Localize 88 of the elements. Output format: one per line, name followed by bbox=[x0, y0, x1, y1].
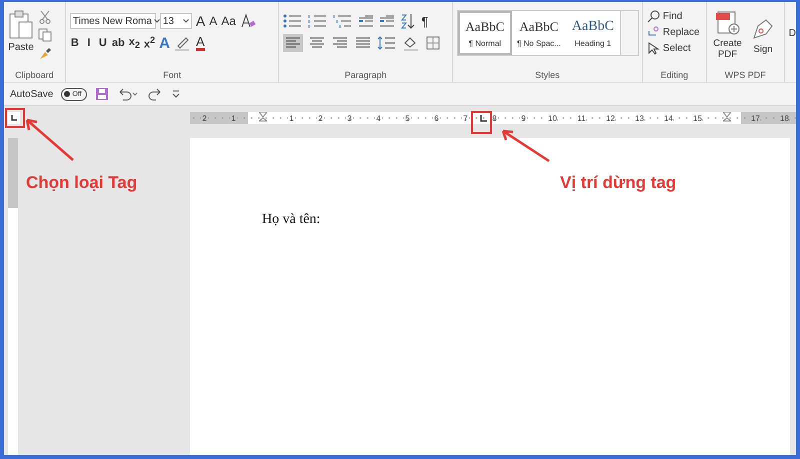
ruler-number: 3 bbox=[346, 114, 353, 122]
indent-marker-icon[interactable] bbox=[258, 112, 266, 124]
grow-font-button[interactable]: A bbox=[196, 13, 206, 29]
group-label: Paragraph bbox=[344, 70, 388, 80]
paint-bucket-icon[interactable] bbox=[402, 35, 420, 51]
ribbon-button-label[interactable]: D bbox=[784, 2, 796, 82]
pdf-button[interactable]: Sign bbox=[746, 16, 780, 54]
format-button[interactable]: I bbox=[84, 37, 94, 49]
arrow bbox=[23, 116, 75, 162]
paste-button[interactable]: Paste bbox=[8, 10, 34, 60]
format-button[interactable]: x$_{2}$ bbox=[128, 36, 140, 50]
format-button[interactable]: ab bbox=[112, 37, 125, 49]
ruler-number: 7 bbox=[462, 114, 469, 122]
align-center-icon[interactable] bbox=[308, 36, 326, 50]
indent-marker-icon[interactable] bbox=[722, 112, 730, 124]
ruler-number: 18 bbox=[779, 114, 790, 122]
ruler-number: 2 bbox=[317, 114, 324, 122]
increase-indent-icon[interactable] bbox=[379, 14, 396, 28]
line-spacing-icon[interactable] bbox=[377, 36, 398, 50]
undo-icon[interactable] bbox=[116, 87, 139, 101]
clipboard-icon bbox=[8, 10, 34, 40]
ruler-number: 5 bbox=[404, 114, 411, 122]
ruler-number: 12 bbox=[605, 114, 616, 122]
ruler-number: 1 bbox=[288, 114, 295, 122]
text-effects-button[interactable]: A bbox=[159, 34, 170, 52]
highlighter-icon[interactable] bbox=[174, 35, 192, 51]
left-tab-icon bbox=[11, 115, 17, 121]
font-size-field[interactable]: 13 bbox=[160, 13, 192, 29]
decrease-indent-icon[interactable] bbox=[358, 14, 374, 28]
show-marks-button[interactable]: ¶ bbox=[421, 14, 428, 28]
ruler-number: 1 bbox=[230, 114, 237, 122]
format-button[interactable]: x$^{2}$ bbox=[144, 35, 156, 51]
scissors-icon[interactable] bbox=[38, 10, 52, 24]
paintbrush-icon[interactable] bbox=[38, 46, 52, 60]
group-label: Clipboard bbox=[14, 70, 55, 80]
style-item[interactable]: AaBbC ¶ Normal bbox=[458, 11, 512, 55]
borders-icon[interactable] bbox=[425, 35, 442, 51]
ruler-number: 6 bbox=[433, 114, 440, 122]
ruler-number: 15 bbox=[692, 114, 703, 122]
annotation-label: Vị trí dừng tag bbox=[560, 173, 676, 193]
search-icon bbox=[646, 10, 660, 23]
editing-button[interactable]: Find bbox=[646, 10, 702, 23]
format-button[interactable]: B bbox=[70, 37, 80, 49]
highlight-box bbox=[471, 111, 492, 134]
editing-button[interactable]: Select bbox=[646, 42, 702, 55]
bullet-list-icon[interactable] bbox=[283, 14, 304, 28]
numbered-list-icon[interactable] bbox=[308, 14, 328, 28]
format-button[interactable]: U bbox=[98, 37, 108, 49]
multilevel-list-icon[interactable] bbox=[333, 14, 354, 28]
save-icon[interactable] bbox=[94, 87, 109, 101]
ruler-number: 2 bbox=[201, 114, 208, 122]
dropdown-caret-icon bbox=[154, 19, 160, 23]
pdf-file-icon bbox=[714, 10, 741, 36]
annotation-label: Chọn loại Tag bbox=[26, 173, 138, 193]
group-label: WPS PDF bbox=[724, 70, 767, 80]
clear-format-icon[interactable] bbox=[240, 13, 256, 29]
ruler-number: 4 bbox=[375, 114, 382, 122]
ruler-number: 17 bbox=[750, 114, 761, 122]
tab-selector[interactable] bbox=[8, 112, 20, 124]
justify-icon[interactable] bbox=[354, 36, 372, 50]
copy-icon[interactable] bbox=[38, 28, 52, 42]
arrow bbox=[499, 127, 551, 163]
customize-icon[interactable] bbox=[170, 89, 181, 99]
change-case-button[interactable]: Aa bbox=[221, 14, 236, 28]
style-item[interactable]: AaBbC Heading 1 bbox=[566, 11, 620, 55]
tab-stop-icon[interactable] bbox=[480, 115, 487, 122]
align-right-icon[interactable] bbox=[331, 36, 350, 50]
dropdown-caret-icon bbox=[182, 19, 189, 23]
pdf-button[interactable]: Create PDF bbox=[710, 10, 744, 60]
ruler-number: 10 bbox=[547, 114, 558, 122]
font-color-button[interactable]: A bbox=[196, 36, 205, 50]
document-text: Họ và tên: bbox=[262, 212, 320, 228]
shrink-font-button[interactable]: A bbox=[209, 14, 218, 28]
group-label: Font bbox=[162, 70, 182, 80]
sort-icon[interactable] bbox=[400, 13, 416, 29]
group-label: Styles bbox=[534, 70, 561, 80]
ruler-number: 14 bbox=[663, 114, 674, 122]
autosave-label: AutoSave bbox=[10, 88, 54, 100]
highlight-box bbox=[5, 108, 25, 128]
group-label: Editing bbox=[660, 70, 690, 80]
ruler-number: 13 bbox=[634, 114, 645, 122]
ruler-number: 9 bbox=[520, 114, 527, 122]
redo-icon[interactable] bbox=[146, 87, 163, 101]
ruler-number: 11 bbox=[576, 114, 587, 122]
style-item[interactable]: AaBbC ¶ No Spac... bbox=[512, 11, 566, 55]
editing-button[interactable]: Replace bbox=[646, 26, 702, 39]
align-left-icon[interactable] bbox=[283, 34, 304, 52]
cursor-icon bbox=[646, 42, 660, 55]
